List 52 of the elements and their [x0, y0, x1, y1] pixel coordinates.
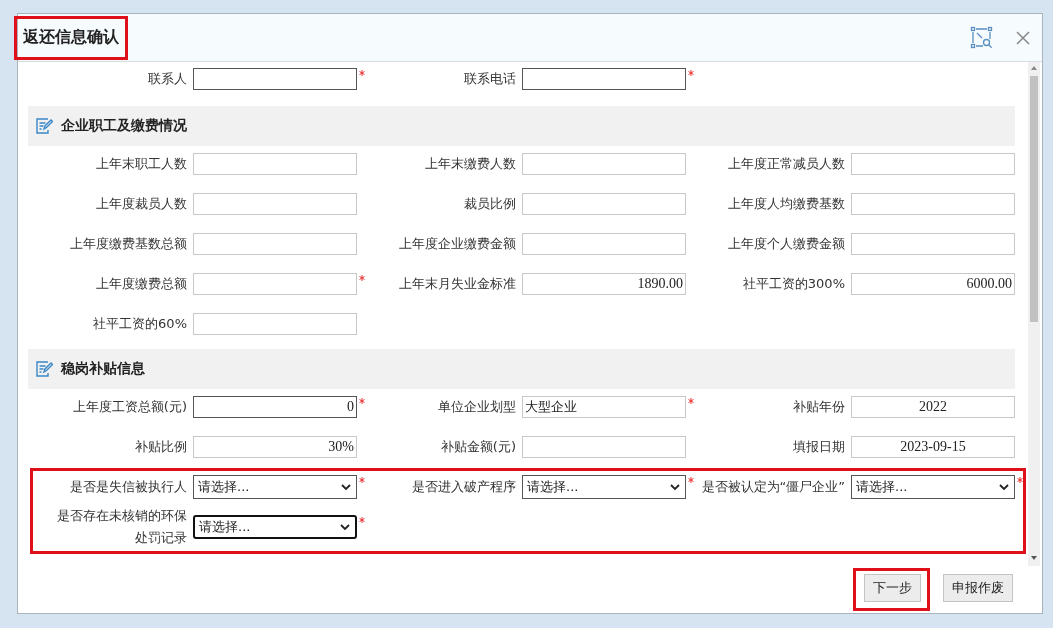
section-title: 企业职工及缴费情况: [61, 117, 187, 135]
text-field[interactable]: 大型企业: [522, 396, 686, 418]
field-label: 上年度企业缴费金额: [398, 235, 516, 253]
scrollbar[interactable]: [1028, 62, 1040, 566]
dropdown[interactable]: 请选择...: [193, 475, 357, 499]
edit-form-icon: [35, 117, 53, 135]
field-label: 单位企业划型: [437, 398, 516, 416]
field-label: 补贴年份: [792, 398, 845, 416]
field-label: 是否进入破产程序: [411, 478, 516, 496]
field-label: 是否是失信被执行人: [69, 478, 187, 496]
text-field[interactable]: 0: [193, 396, 357, 418]
field-label: 填报日期: [792, 438, 845, 456]
chevron-down-icon: [341, 483, 351, 491]
field-label: 上年度缴费总额: [95, 275, 187, 293]
text-field[interactable]: 2023-09-15: [851, 436, 1015, 458]
text-field[interactable]: 30%: [193, 436, 357, 458]
field-label: 补贴比例: [134, 438, 187, 456]
field-label: 是否存在未核销的环保处罚记录: [56, 507, 187, 547]
field-label: 上年度缴费基数总额: [69, 235, 187, 253]
close-icon[interactable]: [1016, 30, 1030, 45]
dropdown[interactable]: 请选择...: [193, 515, 357, 539]
field-label: 上年末职工人数: [95, 155, 187, 173]
field-label: 上年度工资总额(元): [71, 398, 187, 416]
fit-screen-icon[interactable]: [970, 25, 994, 50]
field-label: 上年末月失业金标准: [398, 275, 516, 293]
text-field[interactable]: 6000.00: [851, 273, 1015, 295]
field-label: 上年度个人缴费金额: [727, 235, 845, 253]
text-field[interactable]: [522, 68, 686, 90]
dropdown[interactable]: 请选择...: [522, 475, 686, 499]
field-label: 上年末缴费人数: [424, 155, 516, 173]
field-label: 社平工资的300%: [741, 275, 845, 293]
dialog-title: 返还信息确认: [14, 15, 128, 60]
field-label: 社平工资的60%: [92, 315, 187, 333]
field-label: 上年度人均缴费基数: [727, 195, 845, 213]
field-label: 上年度正常减员人数: [727, 155, 845, 173]
text-field[interactable]: [193, 68, 357, 90]
field-label: 裁员比例: [463, 195, 516, 213]
text-field[interactable]: 2022: [851, 396, 1015, 418]
text-field[interactable]: 1890.00: [522, 273, 686, 295]
chevron-down-icon: [340, 523, 350, 531]
field-label: 补贴金额(元): [439, 438, 516, 456]
section-title: 稳岗补贴信息: [61, 360, 145, 378]
action-button[interactable]: 下一步: [864, 574, 921, 602]
edit-form-icon: [35, 360, 53, 378]
field-label: 联系人: [147, 70, 187, 88]
dropdown[interactable]: 请选择...: [851, 475, 1015, 499]
chevron-down-icon: [999, 483, 1009, 491]
field-label: 联系电话: [463, 70, 516, 88]
chevron-down-icon: [670, 483, 680, 491]
field-label: 上年度裁员人数: [95, 195, 187, 213]
action-button[interactable]: 申报作废: [943, 574, 1013, 602]
field-label: 是否被认定为“僵尸企业”: [700, 478, 845, 496]
